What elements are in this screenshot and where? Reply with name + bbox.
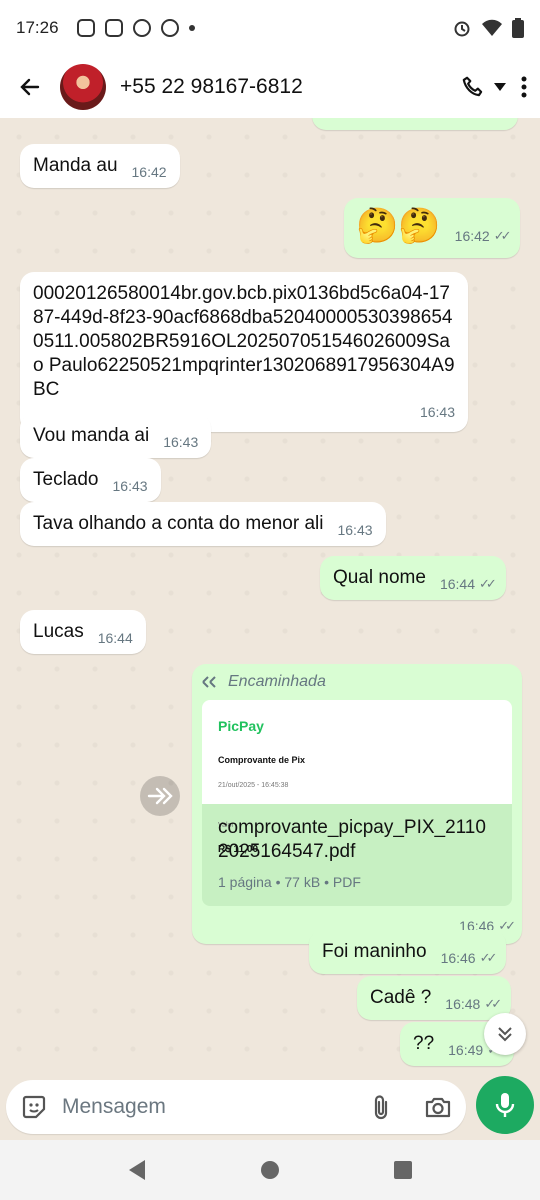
message-bubble-partial[interactable] (312, 118, 518, 130)
message-bubble[interactable]: Manda au 16:42 (20, 144, 180, 188)
notification-icons (76, 19, 195, 37)
preview-date: 21/out/2025 - 16:45:38 (218, 782, 289, 789)
message-time: 16:44 (97, 630, 133, 646)
instagram-icon (76, 19, 95, 37)
message-time: 16:44 (439, 576, 475, 592)
camera-icon[interactable] (424, 1095, 452, 1119)
message-text: 🤔🤔 (356, 207, 441, 245)
message-bubble[interactable]: 00020126580014br.gov.bcb.pix0136bd5c6a04… (20, 272, 468, 432)
back-button[interactable] (12, 69, 48, 105)
message-text: Tava olhando a conta do menor ali (33, 513, 324, 534)
message-bubble[interactable]: Foi maninho 16:46 ✓✓ (309, 930, 507, 974)
message-bubble[interactable]: Vou manda ai 16:43 (20, 414, 212, 458)
message-time: 16:43 (163, 434, 199, 450)
nav-home-icon[interactable] (260, 1160, 280, 1180)
composer: Mensagem (0, 1076, 540, 1140)
message-time: 16:49 (448, 1042, 484, 1058)
nav-back-icon[interactable] (127, 1159, 147, 1181)
scroll-to-bottom-button[interactable] (484, 1013, 526, 1055)
message-time: 16:42 (131, 164, 167, 180)
microphone-icon (495, 1093, 515, 1117)
back-arrow-icon (20, 78, 40, 96)
game-icon (132, 19, 151, 37)
message-input-bar[interactable]: Mensagem (6, 1080, 466, 1134)
message-text: Vou manda ai (33, 425, 150, 446)
forwarded-icon (202, 676, 216, 688)
document-filename: comprovante_picpay_PIX_21102025164547.pd… (218, 817, 486, 862)
forwarded-document-message[interactable]: Encaminhada PicPay Comprovante de Pix 21… (192, 664, 522, 944)
alarm-icon (454, 21, 470, 37)
voice-message-button[interactable] (476, 1076, 534, 1134)
message-bubble[interactable]: Cadê ? 16:48 ✓✓ (357, 976, 512, 1020)
message-input[interactable]: Mensagem (62, 1095, 370, 1119)
more-notifications-dot (188, 25, 195, 31)
quick-forward-button[interactable] (140, 776, 180, 816)
message-time: 16:42 (454, 228, 490, 244)
message-bubble[interactable]: Teclado 16:43 (20, 458, 161, 502)
read-ticks-icon: ✓✓ (479, 576, 497, 591)
message-text: 00020126580014br.gov.bcb.pix0136bd5c6a04… (33, 283, 455, 400)
chat-area[interactable]: Manda au 16:42 🤔🤔 16:42 ✓✓ 00020126580014… (0, 118, 540, 1080)
forwarded-label: Encaminhada (202, 670, 512, 694)
read-ticks-icon: ✓✓ (479, 950, 498, 965)
status-bar: 17:26 (0, 0, 540, 56)
read-ticks-icon: ✓✓ (484, 996, 502, 1011)
more-options-icon[interactable] (520, 75, 528, 99)
instagram-icon (104, 19, 123, 37)
chat-header: +55 22 98167-6812 (0, 56, 540, 118)
phone-icon (462, 76, 483, 97)
message-text: ?? (413, 1033, 435, 1054)
app-icon (160, 19, 179, 37)
picpay-logo: PicPay (218, 718, 264, 734)
message-text: Cadê ? (370, 987, 432, 1008)
system-navigation-bar (0, 1140, 540, 1200)
message-bubble[interactable]: Qual nome 16:44 ✓✓ (320, 556, 506, 600)
sticker-icon[interactable] (20, 1093, 48, 1121)
forward-icon (147, 787, 173, 805)
message-time: 16:43 (419, 404, 455, 420)
message-text: Lucas (33, 621, 84, 642)
contact-name[interactable]: +55 22 98167-6812 (120, 75, 303, 99)
call-button[interactable] (460, 74, 506, 100)
message-time: 16:43 (337, 522, 373, 538)
attach-icon[interactable] (370, 1093, 392, 1121)
preview-title: Comprovante de Pix (218, 755, 306, 765)
message-bubble[interactable]: 🤔🤔 16:42 ✓✓ (344, 198, 520, 258)
wifi-icon (482, 19, 502, 36)
battery-icon (512, 18, 524, 38)
message-text: Manda au (33, 155, 118, 176)
message-time: 16:48 (445, 996, 481, 1012)
message-time: 16:46 (440, 950, 476, 966)
message-text: Foi maninho (322, 941, 427, 962)
message-text: Teclado (33, 469, 99, 490)
message-text: Qual nome (333, 567, 426, 588)
message-bubble[interactable]: Tava olhando a conta do menor ali 16:43 (20, 502, 386, 546)
contact-avatar[interactable] (60, 64, 106, 110)
message-bubble[interactable]: Lucas 16:44 (20, 610, 146, 654)
document-meta: 1 página • 77 kB • PDF (218, 874, 361, 890)
double-chevron-down-icon (498, 1027, 512, 1042)
message-time: 16:43 (112, 478, 148, 494)
document-preview[interactable]: PicPay Comprovante de Pix 21/out/2025 - … (202, 700, 512, 855)
caret-down-icon (494, 83, 506, 91)
read-ticks-icon: ✓✓ (493, 228, 512, 243)
nav-recents-icon[interactable] (393, 1160, 413, 1180)
document-info[interactable]: comprovante_picpay_PIX_21102025164547.pd… (202, 804, 512, 906)
status-time: 17:26 (16, 18, 59, 37)
